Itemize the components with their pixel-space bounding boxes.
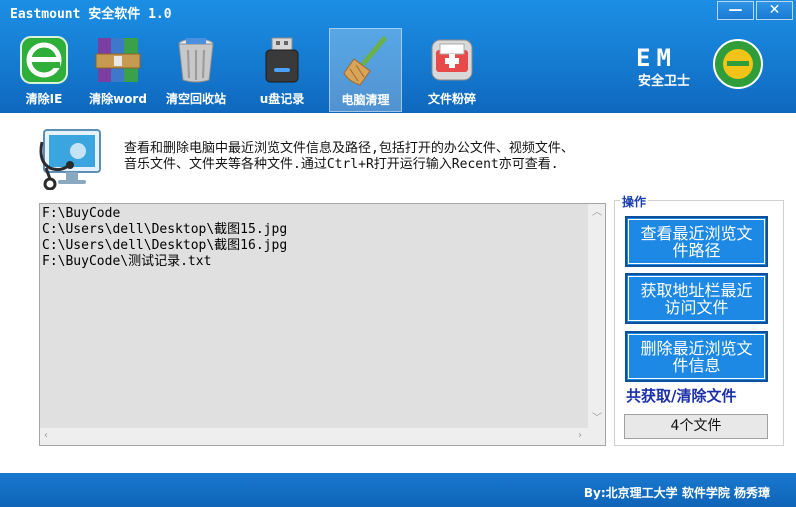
nav-label: u盘记录	[259, 92, 305, 106]
delete-recent-files-button[interactable]: 删除最近浏览文件信息	[625, 331, 768, 382]
operations-title: 操作	[620, 193, 649, 210]
scroll-corner	[588, 428, 605, 445]
logo-emblem-icon	[713, 39, 763, 89]
recent-files-list[interactable]: F:\BuyCode C:\Users\dell\Desktop\截图15.jp…	[39, 203, 606, 446]
get-address-bar-files-button[interactable]: 获取地址栏最近访问文件	[625, 273, 768, 324]
recycle-bin-icon	[178, 38, 214, 83]
result-label: 共获取/清除文件	[626, 387, 737, 405]
nav-item-empty-recycle-bin[interactable]: 清空回收站	[160, 28, 232, 112]
logo-subtitle: 安全卫士	[638, 74, 691, 89]
description-line: 查看和删除电脑中最近浏览文件信息及路径,包括打开的办公文件、视频文件、	[124, 141, 574, 156]
result-count-field: 4个文件	[624, 414, 768, 439]
description-text: 查看和删除电脑中最近浏览文件信息及路径,包括打开的办公文件、视频文件、 音乐文件…	[124, 141, 684, 173]
nav-item-clear-ie[interactable]: 清除IE	[8, 28, 80, 112]
description-line: 音乐文件、文件夹等各种文件.通过Ctrl+R打开运行输入Recent亦可查看.	[124, 157, 559, 172]
list-item[interactable]: C:\Users\dell\Desktop\截图16.jpg	[42, 238, 287, 254]
ie-icon	[20, 36, 68, 84]
window-title: Eastmount 安全软件 1.0	[10, 7, 172, 22]
list-item[interactable]: C:\Users\dell\Desktop\截图15.jpg	[42, 222, 287, 238]
scroll-right-icon[interactable]: ›	[578, 431, 582, 441]
nav-item-clear-word[interactable]: 清除word	[82, 28, 154, 112]
nav-label: 清除word	[89, 92, 147, 106]
list-item[interactable]: F:\BuyCode	[42, 206, 287, 222]
nav-item-computer-cleanup[interactable]: 电脑清理	[329, 28, 402, 112]
monitor-stethoscope-icon	[39, 129, 101, 190]
footer-credit: By:北京理工大学 软件学院 杨秀璋	[583, 486, 770, 500]
logo-text: EM	[636, 44, 677, 72]
nav-item-file-shredder[interactable]: 文件粉碎	[416, 28, 488, 112]
header-bar: Eastmount 安全软件 1.0 — ✕ 清除IE 清除word 清空回收站…	[0, 0, 796, 113]
nav-item-usb-records[interactable]: u盘记录	[246, 28, 318, 112]
shredder-icon	[431, 39, 473, 81]
nav-label: 电脑清理	[341, 93, 390, 107]
scroll-up-icon[interactable]: ︿	[592, 208, 602, 218]
nav-label: 清除IE	[25, 92, 63, 106]
list-item[interactable]: F:\BuyCode\测试记录.txt	[42, 254, 287, 270]
view-recent-files-button[interactable]: 查看最近浏览文件路径	[625, 216, 768, 267]
close-button[interactable]: ✕	[756, 1, 793, 20]
nav-label: 文件粉碎	[427, 92, 476, 106]
brand-logo: EM 安全卫士	[636, 38, 766, 90]
broom-icon	[342, 36, 386, 86]
footer-bar: By:北京理工大学 软件学院 杨秀璋	[0, 473, 796, 507]
vertical-scrollbar[interactable]: ︿ ﹀	[588, 204, 605, 428]
usb-drive-icon	[265, 37, 299, 83]
scroll-down-icon[interactable]: ﹀	[592, 414, 602, 424]
horizontal-scrollbar[interactable]: ‹ ›	[40, 428, 588, 445]
minimize-button[interactable]: —	[717, 1, 754, 20]
nav-label: 清空回收站	[165, 92, 226, 106]
scroll-left-icon[interactable]: ‹	[44, 431, 48, 441]
archive-icon	[95, 38, 141, 82]
